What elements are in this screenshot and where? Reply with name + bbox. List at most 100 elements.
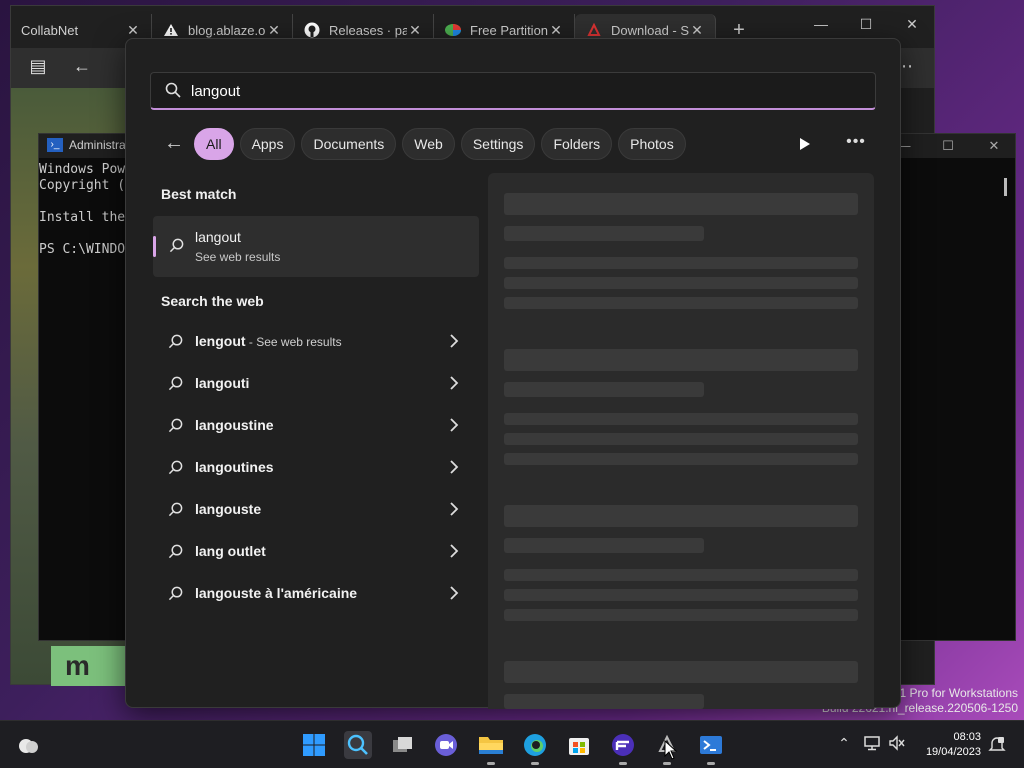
apple-banner: m: [51, 646, 136, 686]
task-view-icon[interactable]: [389, 731, 417, 759]
search-icon: [168, 376, 183, 396]
close-window-icon[interactable]: ✕: [979, 138, 1009, 154]
chevron-right-icon[interactable]: [449, 586, 459, 605]
web-result-row[interactable]: langouste: [153, 490, 479, 530]
search-icon: [168, 460, 183, 480]
web-result-text: lang outlet: [195, 543, 266, 559]
close-tab-icon[interactable]: ✕: [689, 22, 705, 39]
web-result-term: langoustine: [195, 417, 274, 433]
search-filters: ← All Apps Documents Web Settings Folders Phot…: [162, 127, 692, 161]
network-icon[interactable]: [862, 735, 882, 754]
selection-indicator: [153, 236, 156, 257]
chevron-up-icon[interactable]: ⌃: [834, 735, 854, 752]
search-icon[interactable]: [344, 731, 372, 759]
web-result-text: langoustine: [195, 417, 274, 433]
volume-muted-icon[interactable]: [887, 735, 907, 754]
web-result-text: langouste à l'américaine: [195, 585, 357, 601]
filter-chip-folders[interactable]: Folders: [541, 128, 613, 160]
sidebar-icon[interactable]: ▤: [25, 56, 51, 80]
chevron-right-icon[interactable]: [449, 418, 459, 437]
back-arrow-icon[interactable]: ←: [69, 56, 95, 80]
filter-chip-all[interactable]: All: [194, 128, 234, 160]
back-arrow-icon[interactable]: ←: [162, 132, 186, 156]
web-result-row[interactable]: langouti: [153, 364, 479, 404]
maximize-icon[interactable]: ☐: [851, 16, 881, 33]
warning-icon: [162, 22, 180, 38]
web-result-term: lang outlet: [195, 543, 266, 559]
clock[interactable]: 08:03 19/04/2023: [915, 730, 981, 760]
filter-chip-documents[interactable]: Documents: [301, 128, 397, 160]
chevron-right-icon[interactable]: [449, 544, 459, 563]
search-input[interactable]: [191, 73, 861, 109]
close-tab-icon[interactable]: ✕: [407, 22, 423, 39]
web-result-row[interactable]: langoustine: [153, 406, 479, 446]
edge-icon[interactable]: [521, 731, 549, 765]
github-icon: [303, 22, 321, 38]
filter-chip-photos[interactable]: Photos: [618, 128, 686, 160]
best-match-result[interactable]: langout See web results: [153, 216, 479, 277]
search-icon: [165, 82, 181, 103]
minimize-icon[interactable]: —: [806, 16, 836, 32]
web-result-text: lengout - See web results: [195, 333, 342, 349]
weather-icon[interactable]: [14, 731, 42, 759]
close-tab-icon[interactable]: ✕: [125, 22, 141, 39]
web-result-row[interactable]: langouste à l'américaine: [153, 574, 479, 614]
loading-placeholder: [504, 277, 858, 289]
loading-placeholder: [504, 413, 858, 425]
teams-icon[interactable]: [432, 731, 460, 759]
chevron-right-icon[interactable]: [449, 376, 459, 395]
close-tab-icon[interactable]: ✕: [266, 22, 282, 39]
best-match-title: langout: [195, 229, 241, 245]
terminal-icon[interactable]: [697, 731, 725, 765]
start-icon[interactable]: [300, 731, 328, 759]
tab-label: Free Partition: [470, 22, 548, 38]
play-icon[interactable]: [794, 134, 814, 154]
filter-chip-settings[interactable]: Settings: [460, 128, 536, 160]
search-icon: [168, 502, 183, 522]
search-box[interactable]: [150, 72, 876, 110]
web-result-text: langouti: [195, 375, 249, 391]
search-icon: [168, 418, 183, 438]
search-icon: [168, 544, 183, 564]
banner-text: m: [65, 650, 90, 681]
web-result-text: langoutines: [195, 459, 274, 475]
clock-time: 08:03: [953, 731, 981, 743]
floorp-icon[interactable]: [609, 731, 637, 765]
chevron-right-icon[interactable]: [449, 334, 459, 353]
web-result-row[interactable]: langoutines: [153, 448, 479, 488]
filter-chip-apps[interactable]: Apps: [239, 128, 296, 160]
tab-label: blog.ablaze.or: [188, 22, 266, 38]
loading-placeholder: [504, 349, 858, 371]
close-window-icon[interactable]: ✕: [897, 16, 927, 33]
web-result-term: langoutines: [195, 459, 274, 475]
powershell-output[interactable]: Windows Pow Copyright ( Install the PS C…: [39, 162, 125, 258]
clock-date: 19/04/2023: [925, 746, 981, 758]
web-result-term: langouste: [195, 501, 262, 517]
chevron-right-icon[interactable]: [449, 502, 459, 521]
web-result-row[interactable]: lengout - See web results: [153, 322, 479, 362]
notification-icon[interactable]: [987, 735, 1007, 756]
close-tab-icon[interactable]: ✕: [548, 22, 564, 39]
scrollbar-thumb[interactable]: [1004, 178, 1007, 196]
filter-chip-web[interactable]: Web: [402, 128, 455, 160]
web-result-text: langouste: [195, 501, 261, 517]
search-icon: [169, 238, 184, 258]
more-options-icon[interactable]: •••: [844, 133, 868, 153]
best-match-heading: Best match: [161, 186, 237, 202]
store-icon[interactable]: [565, 731, 593, 759]
web-result-suffix: - See web results: [245, 335, 342, 349]
web-result-row[interactable]: lang outlet: [153, 532, 479, 572]
search-web-heading: Search the web: [161, 293, 264, 309]
loading-placeholder: [504, 297, 858, 309]
chevron-right-icon[interactable]: [449, 460, 459, 479]
taskbar: ⌃ 08:03 19/04/2023: [0, 720, 1024, 768]
maximize-icon[interactable]: ☐: [933, 138, 963, 154]
loading-placeholder: [504, 433, 858, 445]
loading-placeholder: [504, 382, 704, 397]
file-explorer-icon[interactable]: [477, 731, 505, 765]
partition-app-icon: [444, 22, 462, 38]
loading-placeholder: [504, 609, 858, 621]
web-result-term: langouti: [195, 375, 250, 391]
loading-placeholder: [504, 257, 858, 269]
powershell-title: Administra: [69, 138, 126, 152]
